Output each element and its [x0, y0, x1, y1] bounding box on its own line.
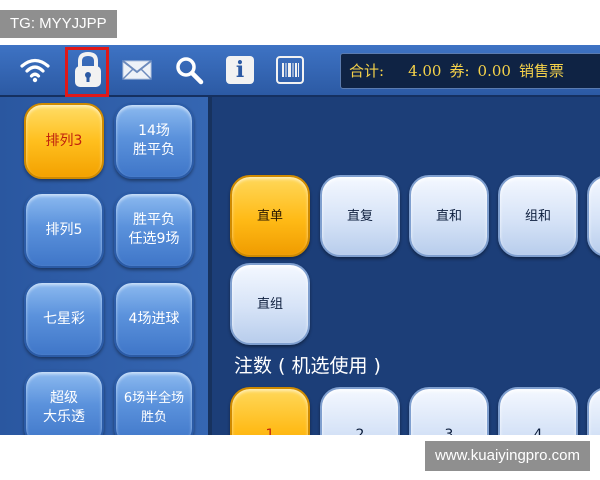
info-glyph: i	[226, 56, 254, 84]
bet-count-partial[interactable]	[587, 387, 600, 435]
play-type-direct-multi[interactable]: 直复	[320, 175, 400, 257]
watermark-site-label: www.kuaiyingpro.com	[424, 441, 590, 471]
game-label: 6场半全场 胜负	[123, 391, 185, 425]
game-label: 七星彩	[43, 310, 85, 327]
barcode-icon[interactable]	[271, 51, 309, 89]
coupon-label: 券:	[449, 62, 470, 80]
lock-highlight-frame	[65, 47, 109, 97]
game-button-7star[interactable]: 七星彩	[24, 281, 104, 357]
play-type-group-sum[interactable]: 组和	[498, 175, 578, 257]
bet-count-label: 2	[355, 427, 365, 435]
play-type-label: 直和	[435, 208, 462, 224]
mail-icon[interactable]	[118, 51, 156, 89]
bet-count-label: 1	[265, 427, 275, 435]
bet-count-3[interactable]: 3	[409, 387, 489, 435]
coupon-value: 0.00	[477, 62, 511, 80]
game-button-pl3[interactable]: 排列3	[24, 103, 104, 179]
game-label: 4场进球	[128, 310, 180, 327]
total-label: 合计:	[349, 62, 385, 80]
game-sidebar: 排列3 14场 胜平负 排列5 胜平负 任选9场 七星彩 4场进球 超级 大乐透…	[0, 97, 212, 435]
game-label: 胜平负 任选9场	[128, 212, 180, 247]
play-type-label: 组和	[524, 208, 551, 224]
bet-count-2[interactable]: 2	[320, 387, 400, 435]
bet-count-label: 4	[533, 427, 543, 435]
play-type-direct-single[interactable]: 直单	[230, 175, 310, 257]
game-button-super-lotto[interactable]: 超级 大乐透	[24, 370, 104, 435]
play-type-partial[interactable]	[587, 175, 600, 257]
game-label: 超级 大乐透	[43, 390, 85, 425]
top-toolbar: i 合计: 4.00 券: 0.00 销售票	[0, 45, 600, 97]
game-button-pick9[interactable]: 胜平负 任选9场	[114, 192, 194, 268]
play-type-label: 直复	[346, 208, 373, 224]
play-type-label: 直组	[256, 296, 283, 312]
game-button-6-halftime[interactable]: 6场半全场 胜负	[114, 370, 194, 435]
lottery-terminal-screen: i 合计: 4.00 券: 0.00 销售票 排列3 14场 胜平负 排列5 胜平负 任…	[0, 45, 600, 435]
info-icon[interactable]: i	[221, 51, 259, 89]
game-button-pl5[interactable]: 排列5	[24, 192, 104, 268]
game-button-4-goals[interactable]: 4场进球	[114, 281, 194, 357]
wifi-icon[interactable]	[16, 51, 54, 89]
bet-count-4[interactable]: 4	[498, 387, 578, 435]
play-type-label: 直单	[256, 208, 283, 224]
bet-count-title: 注数 ( 机选使用 )	[234, 355, 381, 377]
play-type-direct-sum[interactable]: 直和	[409, 175, 489, 257]
bet-count-1[interactable]: 1	[230, 387, 310, 435]
game-label: 排列5	[45, 221, 83, 238]
total-value: 4.00	[408, 62, 442, 80]
game-label: 14场 胜平负	[133, 123, 175, 158]
play-type-direct-group[interactable]: 直组	[230, 263, 310, 345]
watermark-tag-label: TG: MYYJJPP	[0, 10, 117, 38]
game-label: 排列3	[45, 132, 83, 149]
sales-label: 销售票	[518, 62, 564, 80]
sales-summary-display: 合计: 4.00 券: 0.00 销售票	[340, 53, 600, 89]
bet-count-label: 3	[444, 427, 454, 435]
game-button-14-match[interactable]: 14场 胜平负	[114, 103, 194, 179]
search-icon[interactable]	[170, 51, 208, 89]
